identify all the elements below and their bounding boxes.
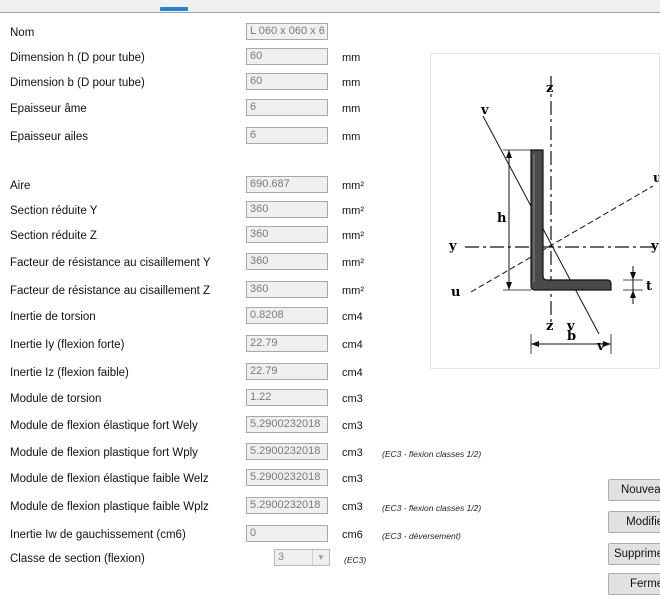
title-accent	[160, 0, 200, 11]
unit-cisaillement-y: mm²	[342, 257, 364, 269]
unit-inertie-iz: cm4	[342, 367, 363, 379]
label-wply: Module de flexion plastique fort Wply	[10, 447, 198, 459]
delete-button[interactable]: Supprimer	[608, 543, 660, 565]
u-left-label: u	[451, 285, 460, 300]
unit-section-reduite-y: mm²	[342, 205, 364, 217]
label-wplz: Module de flexion plastique faible Wplz	[10, 501, 209, 513]
field-dimension-b[interactable]: 60	[246, 73, 328, 90]
profile-form: Nom L 060 x 060 x 6 Dimension h (D pour …	[0, 12, 660, 608]
field-section-reduite-y[interactable]: 360	[246, 201, 328, 218]
unit-inertie-iy: cm4	[342, 339, 363, 351]
field-cisaillement-z[interactable]: 360	[246, 281, 328, 298]
label-classe-section: Classe de section (flexion)	[10, 553, 145, 565]
label-inertie-iw: Inertie Iw de gauchissement (cm6)	[10, 529, 186, 541]
angle-section-diagram: z v u h y y u t z v v b	[430, 53, 660, 369]
unit-epaisseur-ailes: mm	[342, 131, 361, 143]
field-wely[interactable]: 5.2900232018	[246, 416, 328, 433]
h-label: h	[497, 211, 507, 226]
new-button[interactable]: Nouveau	[608, 479, 660, 501]
unit-aire: mm²	[342, 180, 364, 192]
label-wely: Module de flexion élastique fort Wely	[10, 420, 198, 432]
unit-wplz: cm3	[342, 501, 363, 513]
label-epaisseur-ame: Epaisseur âme	[10, 103, 87, 115]
t-label: t	[646, 279, 652, 294]
unit-cisaillement-z: mm²	[342, 285, 364, 297]
unit-inertie-iw: cm6	[342, 529, 363, 541]
angle-section-drawing: z v u h y y u t z v v b	[448, 76, 660, 354]
z-bottom-label: z	[546, 319, 553, 334]
unit-dimension-h: mm	[342, 52, 361, 64]
label-cisaillement-y: Facteur de résistance au cisaillement Y	[10, 257, 211, 269]
field-welz[interactable]: 5.2900232018	[246, 469, 328, 486]
u-axis-line	[470, 185, 654, 293]
field-nom[interactable]: L 060 x 060 x 6	[246, 23, 328, 40]
note-wply: (EC3 - flexion classes 1/2)	[382, 449, 482, 459]
label-epaisseur-ailes: Epaisseur ailes	[10, 131, 88, 143]
unit-welz: cm3	[342, 473, 363, 485]
label-module-torsion: Module de torsion	[10, 393, 102, 405]
field-inertie-torsion[interactable]: 0.8208	[246, 307, 328, 324]
note-inertie-iw: (EC3 - déversement)	[382, 531, 461, 541]
modify-button[interactable]: Modifier	[608, 511, 660, 533]
y-left-label: y	[448, 239, 457, 254]
unit-epaisseur-ame: mm	[342, 103, 361, 115]
unit-wply: cm3	[342, 447, 363, 459]
field-module-torsion[interactable]: 1.22	[246, 389, 328, 406]
note-wplz: (EC3 - flexion classes 1/2)	[382, 503, 482, 513]
field-wply[interactable]: 5.2900232018	[246, 443, 328, 460]
field-inertie-iy[interactable]: 22.79	[246, 335, 328, 352]
field-inertie-iw[interactable]: 0	[246, 525, 328, 542]
field-cisaillement-y[interactable]: 360	[246, 253, 328, 270]
label-dimension-h: Dimension h (D pour tube)	[10, 52, 145, 64]
note-classe-section: (EC3)	[344, 555, 367, 565]
label-section-reduite-y: Section réduite Y	[10, 205, 98, 217]
label-inertie-iy: Inertie Iy (flexion forte)	[10, 339, 125, 351]
field-dimension-h[interactable]: 60	[246, 48, 328, 65]
label-aire: Aire	[10, 180, 31, 192]
close-button[interactable]: Fermer	[608, 573, 660, 595]
section-class-select[interactable]: 3 ▼	[274, 549, 330, 566]
field-wplz[interactable]: 5.2900232018	[246, 497, 328, 514]
unit-inertie-torsion: cm4	[342, 311, 363, 323]
field-epaisseur-ailes[interactable]: 6	[246, 127, 328, 144]
u-right-label: u	[653, 171, 660, 186]
unit-module-torsion: cm3	[342, 393, 363, 405]
y-right-label: y	[650, 239, 659, 254]
unit-section-reduite-z: mm²	[342, 230, 364, 242]
z-top-label: z	[546, 81, 553, 96]
v-bottom-label: v	[596, 339, 605, 354]
field-section-reduite-z[interactable]: 360	[246, 226, 328, 243]
v-top-label: v	[480, 103, 489, 118]
section-class-value: 3	[278, 551, 285, 563]
field-inertie-iz[interactable]: 22.79	[246, 363, 328, 380]
label-nom: Nom	[10, 27, 35, 39]
field-aire[interactable]: 690.687	[246, 176, 328, 193]
label-inertie-iz: Inertie Iz (flexion faible)	[10, 367, 129, 379]
label-section-reduite-z: Section réduite Z	[10, 230, 97, 242]
label-welz: Module de flexion élastique faible Welz	[10, 473, 209, 485]
chevron-down-icon[interactable]: ▼	[312, 550, 329, 565]
angle-profile-shape	[530, 149, 612, 291]
field-epaisseur-ame[interactable]: 6	[246, 99, 328, 116]
label-inertie-torsion: Inertie de torsion	[10, 311, 96, 323]
unit-wely: cm3	[342, 420, 363, 432]
unit-dimension-b: mm	[342, 77, 361, 89]
label-dimension-b: Dimension b (D pour tube)	[10, 77, 145, 89]
b-label: b	[567, 329, 576, 344]
label-cisaillement-z: Facteur de résistance au cisaillement Z	[10, 285, 211, 297]
